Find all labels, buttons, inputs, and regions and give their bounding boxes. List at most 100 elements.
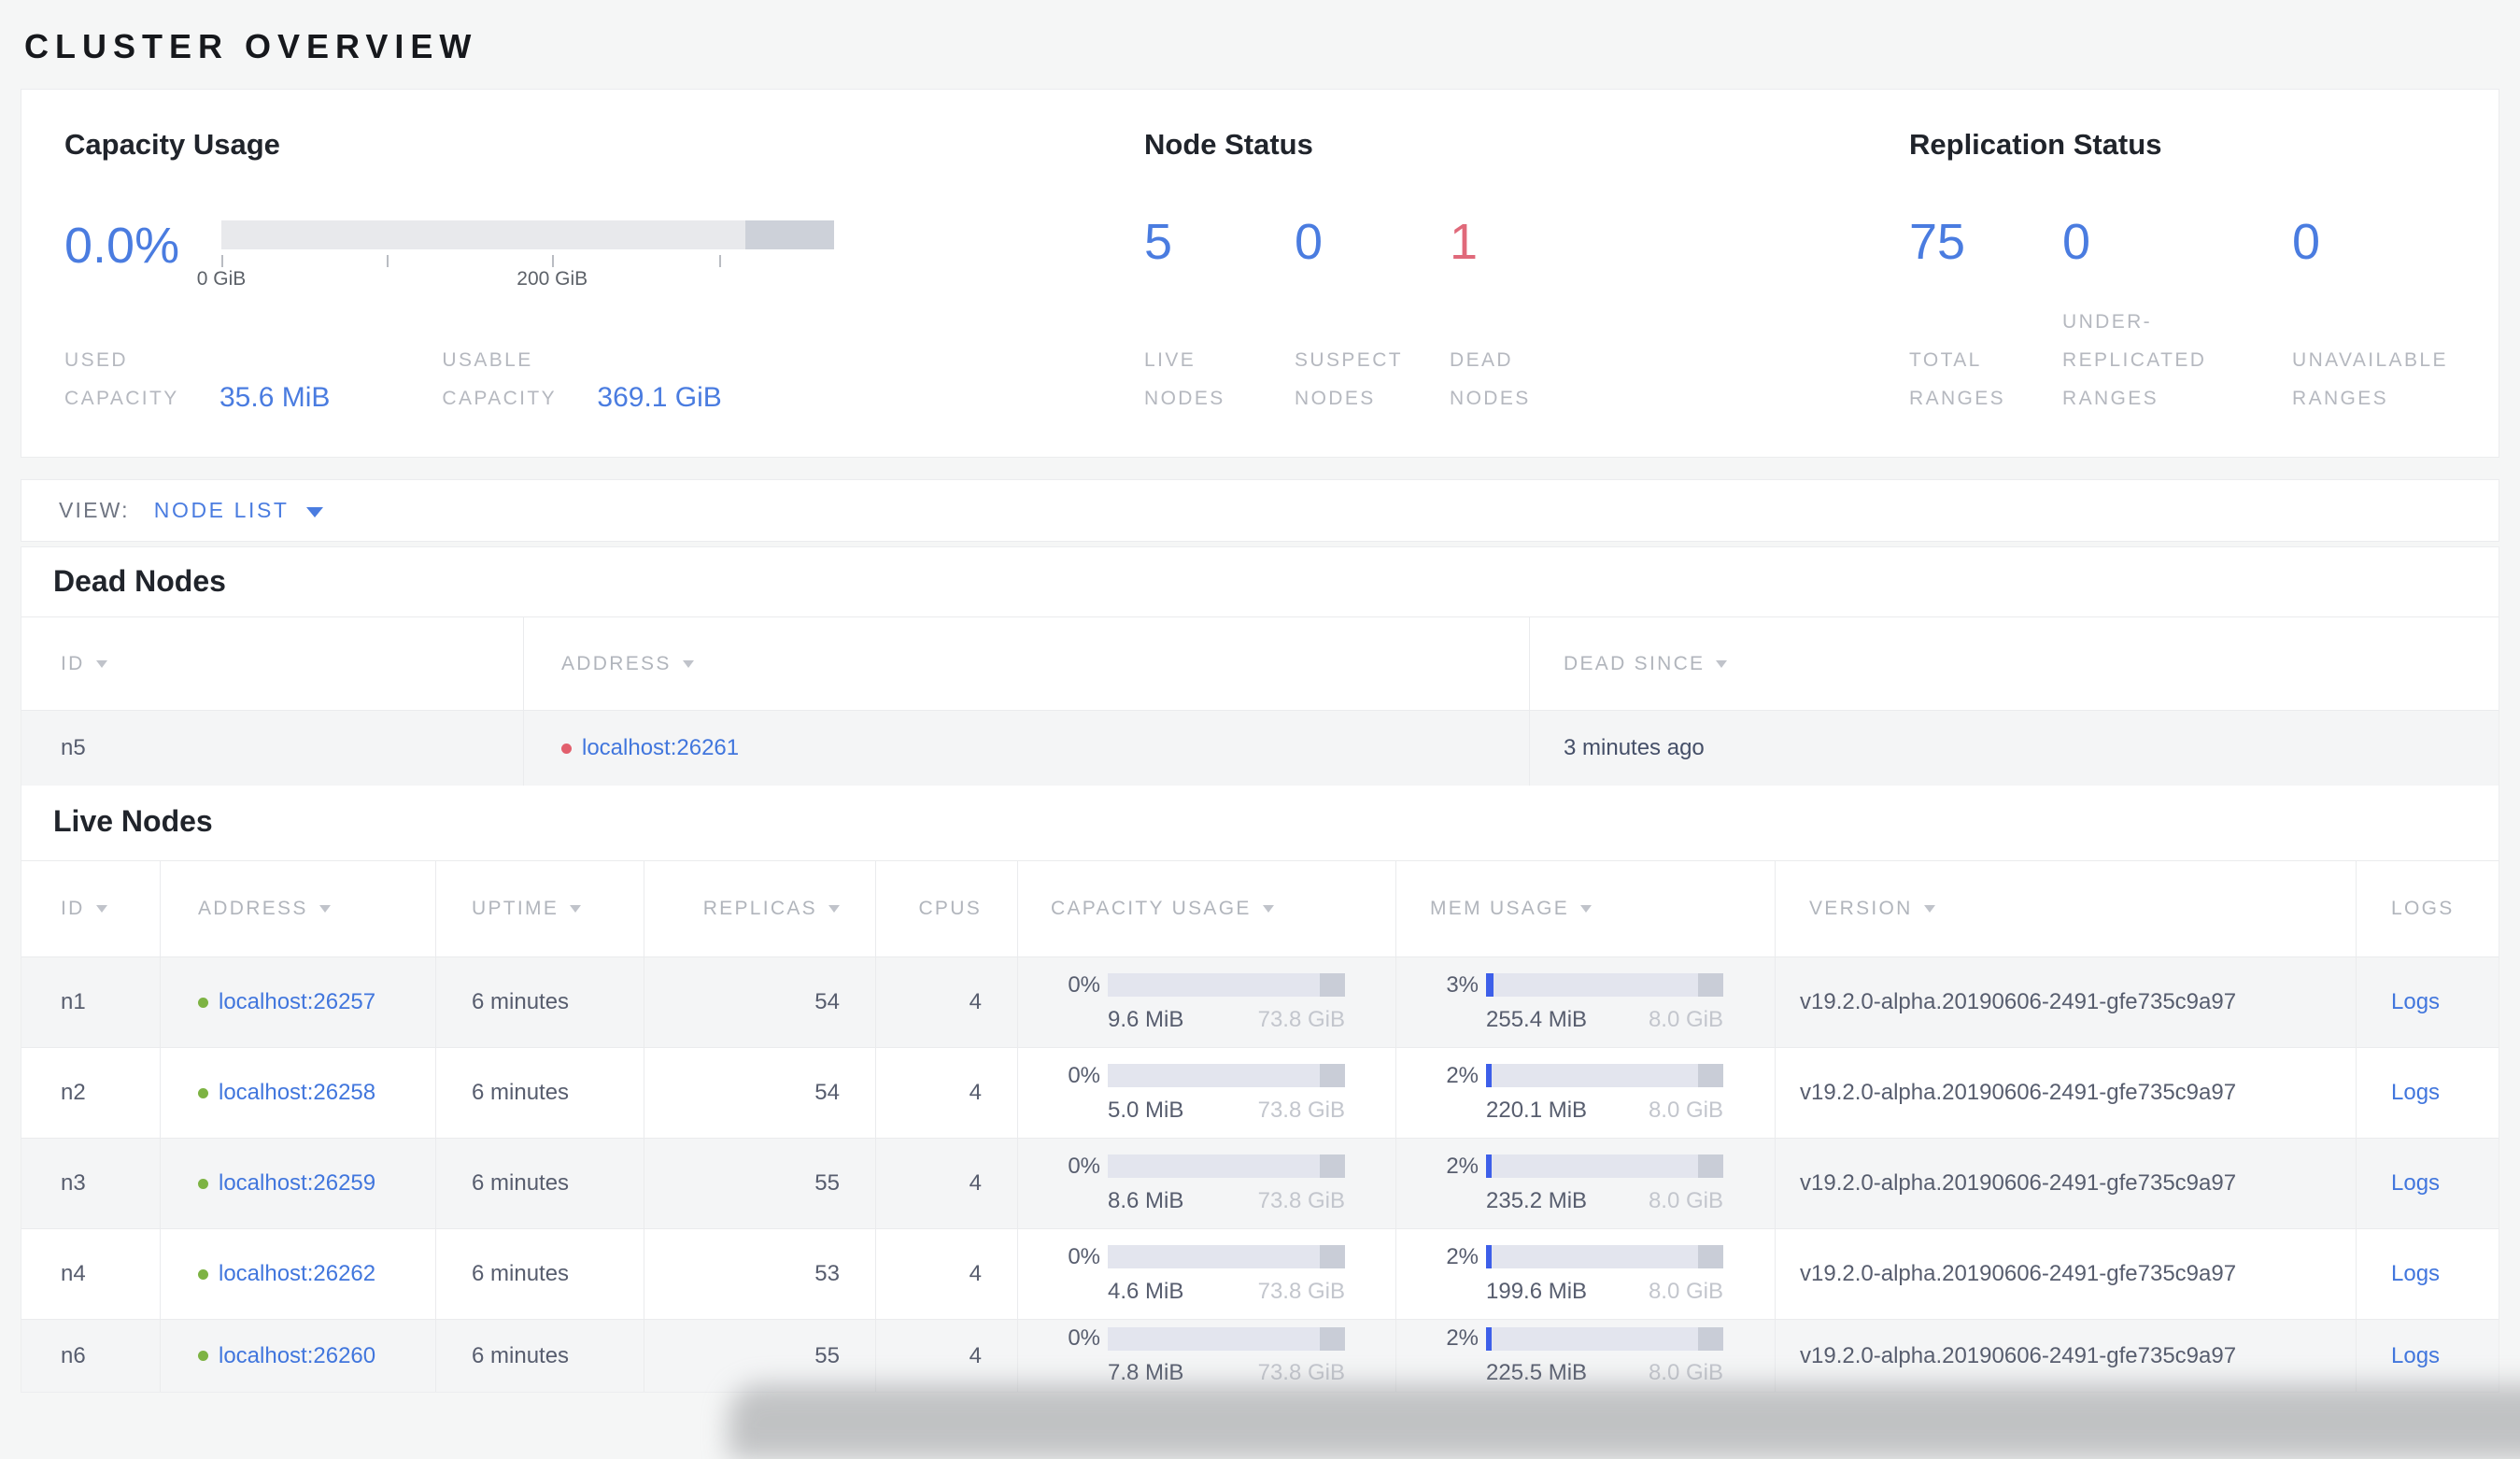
column-header-uptime[interactable]: UPTIME [436,861,644,956]
live-nodes-heading: Live Nodes [53,804,213,838]
suspect-nodes-label-line1: SUSPECT [1295,349,1403,371]
sort-arrow-icon [95,659,107,668]
logs-link[interactable]: Logs [2391,1170,2440,1197]
capacity-bar-track [221,220,834,249]
live-nodes-label-line2: NODES [1144,388,1225,409]
live-nodes-count: 5 [1144,214,1173,270]
node-status-section: Node Status 5 LIVE NODES 0 SUSPECT NODES [1122,90,1897,457]
node-id: n6 [61,1342,86,1368]
column-header-replicas[interactable]: REPLICAS [644,861,876,956]
node-address-link[interactable]: localhost:26260 [219,1343,375,1369]
used-capacity-stat: USED CAPACITY 35.6 MiB [64,341,330,418]
dead-since-value: 3 minutes ago [1564,735,1705,760]
live-node-row: n6 localhost:26260 6 minutes 55 4 0% 7.8… [21,1319,2499,1392]
view-mode-dropdown[interactable]: NODE LIST [154,498,290,523]
dead-nodes-count: 1 [1450,214,1479,270]
logs-link[interactable]: Logs [2391,989,2440,1015]
mem-mini-bar [1486,1154,1723,1178]
sort-arrow-icon [828,905,840,913]
node-address-link[interactable]: localhost:26258 [219,1080,375,1106]
column-header-id[interactable]: ID [21,861,161,956]
node-address-link[interactable]: localhost:26262 [219,1261,375,1287]
mem-mini-bar [1486,1326,1723,1351]
node-cpus: 4 [969,1170,982,1196]
under-replicated-ranges-count: 0 [2062,214,2091,270]
live-nodes-stat: 5 LIVE NODES [1144,217,1295,418]
capacity-mini-bar [1108,1245,1345,1268]
total-ranges-label-line2: RANGES [1909,388,2006,409]
capacity-stats: USED CAPACITY 35.6 MiB USABLE CAPACITY 3… [64,341,1122,418]
mem-usage-cell: 2% 220.1 MiB 8.0 GiB [1446,1062,1723,1123]
node-cpus: 4 [969,1080,982,1105]
capacity-usage-cell: 0% 4.6 MiB 73.8 GiB [1068,1243,1345,1304]
node-replicas: 54 [814,1080,840,1105]
node-cpus: 4 [969,989,982,1014]
page-title: CLUSTER OVERVIEW [24,27,478,65]
node-id: n4 [61,1261,86,1286]
column-header-mem-usage[interactable]: MEM USAGE [1396,861,1776,956]
node-cpus: 4 [969,1342,982,1368]
used-capacity-value: 35.6 MiB [219,382,331,413]
under-replicated-label-line1: UNDER- [2062,311,2153,333]
mem-usage-cell: 2% 225.5 MiB 8.0 GiB [1446,1325,1723,1385]
dead-node-row: n5 localhost:26261 3 minutes ago [21,710,2499,786]
sort-arrow-icon [1923,905,1935,913]
node-live-dot-icon [198,1087,208,1098]
dead-nodes-stat: 1 DEAD NODES [1450,217,1531,418]
node-status-title: Node Status [1144,128,1313,161]
node-address-link[interactable]: localhost:26259 [219,1170,375,1197]
under-replicated-label-line2: REPLICATED [2062,349,2207,371]
node-dead-dot-icon [561,743,572,754]
dead-node-address-link[interactable]: localhost:26261 [582,735,739,761]
capacity-usage-cell: 0% 9.6 MiB 73.8 GiB [1068,971,1345,1032]
usable-capacity-stat: USABLE CAPACITY 369.1 GiB [442,341,721,418]
live-node-row: n1 localhost:26257 6 minutes 54 4 0% 9.6… [21,956,2499,1047]
unavailable-ranges-count: 0 [2292,214,2321,270]
tick-label-0: 0 GiB [196,268,247,290]
node-replicas: 55 [814,1342,840,1368]
sort-arrow-icon [1580,905,1593,913]
bottom-overlay-shadow [729,1384,2520,1459]
dead-nodes-label-line1: DEAD [1450,349,1513,371]
cluster-overview-page: CLUSTER OVERVIEW Capacity Usage 0.0% 0 G… [0,0,2520,1393]
mem-mini-bar [1486,1064,1723,1087]
sort-arrow-icon [682,659,694,668]
live-nodes-label-line1: LIVE [1144,349,1196,371]
mem-mini-bar [1486,973,1723,997]
chevron-down-icon[interactable] [305,506,323,517]
suspect-nodes-label-line2: NODES [1295,388,1376,409]
capacity-usage-cell: 0% 7.8 MiB 73.8 GiB [1068,1325,1345,1385]
logs-link[interactable]: Logs [2391,1261,2440,1287]
used-capacity-label-line2: CAPACITY [64,388,179,409]
node-replicas: 55 [814,1170,840,1196]
column-header-address[interactable]: ADDRESS [161,861,436,956]
live-nodes-table-header: ID ADDRESS UPTIME REPLICAS CPUS CAPACITY… [21,861,2499,956]
node-version: v19.2.0-alpha.20190606-2491-gfe735c9a97 [1800,1342,2237,1368]
column-header-dead-id[interactable]: ID [21,617,524,710]
logs-link[interactable]: Logs [2391,1080,2440,1106]
node-uptime: 6 minutes [472,1170,570,1196]
node-live-dot-icon [198,1268,208,1280]
view-label: VIEW: [59,498,130,522]
live-node-row: n2 localhost:26258 6 minutes 54 4 0% 5.0… [21,1047,2499,1138]
node-uptime: 6 minutes [472,1261,570,1286]
sort-arrow-icon [319,905,331,913]
node-live-dot-icon [198,1178,208,1189]
replication-status-title: Replication Status [1909,128,2162,161]
node-address-link[interactable]: localhost:26257 [219,989,375,1015]
total-ranges-stat: 75 TOTAL RANGES [1909,217,2062,418]
unavailable-ranges-stat: 0 UNAVAILABLE RANGES [2292,217,2448,418]
column-header-dead-since[interactable]: DEAD SINCE [1530,617,2499,710]
node-id: n3 [61,1170,86,1196]
column-header-capacity-usage[interactable]: CAPACITY USAGE [1018,861,1396,956]
node-uptime: 6 minutes [472,989,570,1014]
mem-mini-bar [1486,1245,1723,1268]
tick-label-200: 200 GiB [517,268,588,290]
logs-link[interactable]: Logs [2391,1343,2440,1369]
view-selector-bar: VIEW: NODE LIST [21,479,2499,542]
node-replicas: 54 [814,989,840,1014]
column-header-version[interactable]: VERSION [1776,861,2357,956]
column-header-dead-address[interactable]: ADDRESS [524,617,1530,710]
replication-stats: 75 TOTAL RANGES 0 UNDER- REPLICATED RANG… [1909,217,2499,418]
dead-nodes-label-line2: NODES [1450,388,1531,409]
